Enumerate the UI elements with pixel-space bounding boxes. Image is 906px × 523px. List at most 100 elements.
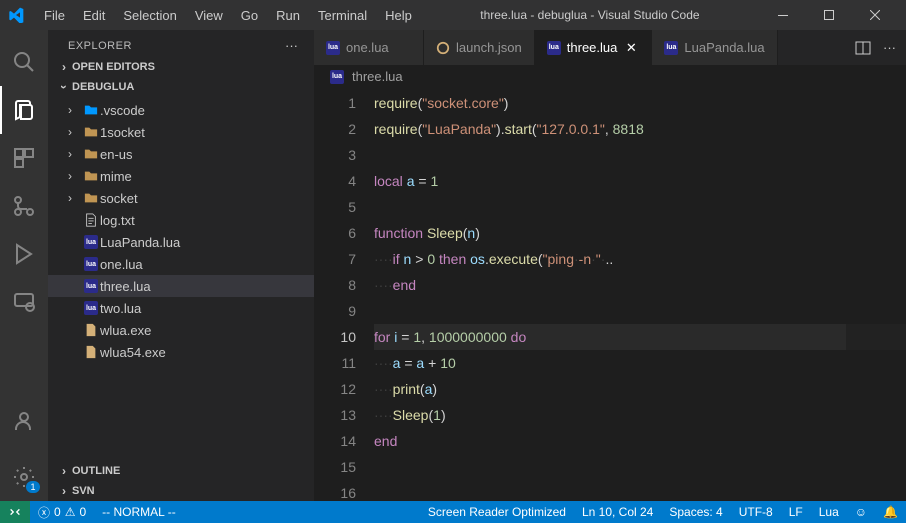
activity-settings-icon[interactable]: 1 [0,453,48,501]
tree-label: log.txt [100,213,135,228]
panel-outline[interactable]: › OUTLINE [48,461,314,481]
activity-remote-icon[interactable] [0,278,48,326]
tree-file[interactable]: wlua54.exe [48,341,314,363]
chevron-right-icon: › [56,484,72,498]
panel-svn[interactable]: › SVN [48,481,314,501]
chevron-down-icon: › [57,79,71,95]
tree-label: two.lua [100,301,141,316]
menu-file[interactable]: File [36,4,73,27]
activity-account-icon[interactable] [0,397,48,445]
status-bell-icon[interactable]: 🔔 [875,505,906,519]
status-right: Screen Reader Optimized Ln 10, Col 24 Sp… [420,505,906,519]
status-spaces[interactable]: Spaces: 4 [661,505,730,519]
panel-open-editors[interactable]: › OPEN EDITORS [48,57,314,77]
menu-terminal[interactable]: Terminal [310,4,375,27]
warning-icon: ⚠ [65,505,76,519]
breadcrumb-label: three.lua [352,69,403,84]
gutter: 12345678910111213141516 [314,88,374,501]
panel-label: OPEN EDITORS [72,61,155,73]
status-eol[interactable]: LF [781,505,811,519]
chevron-right-icon: › [56,464,72,478]
tab-label: one.lua [346,40,389,55]
tree-folder[interactable]: ›en-us [48,143,314,165]
breadcrumb[interactable]: lua three.lua [314,65,906,88]
editor-tab[interactable]: lua one.lua [314,30,424,65]
menu-edit[interactable]: Edit [75,4,113,27]
status-screen-reader[interactable]: Screen Reader Optimized [420,505,574,519]
tree-file[interactable]: luathree.lua [48,275,314,297]
tree-folder[interactable]: ›mime [48,165,314,187]
tab-file-icon: lua [547,41,561,55]
tree-file[interactable]: wlua.exe [48,319,314,341]
tree-file[interactable]: log.txt [48,209,314,231]
tree-file[interactable]: luatwo.lua [48,297,314,319]
editor-tab[interactable]: luaLuaPanda.lua [652,30,777,65]
code-content[interactable]: require("socket.core")require("LuaPanda"… [374,88,906,501]
tab-actions: ··· [845,30,906,65]
window-title: three.lua - debuglua - Visual Studio Cod… [420,8,760,22]
sidebar: EXPLORER ··· › OPEN EDITORS › DEBUGLUA ›… [48,30,314,501]
tab-close-icon[interactable]: ✕ [623,40,639,56]
chevron-right-icon: › [56,60,72,74]
status-position[interactable]: Ln 10, Col 24 [574,505,661,519]
activity-extensions-icon[interactable] [0,134,48,182]
editor-more-icon[interactable]: ··· [883,40,896,55]
file-tree: ›.vscode›1socket›en-us›mime›socket log.tx… [48,97,314,365]
editor-tab[interactable]: lua three.lua ✕ [535,30,653,65]
tree-label: one.lua [100,257,143,272]
sidebar-title: EXPLORER [68,40,285,52]
tree-file[interactable]: luaone.lua [48,253,314,275]
activity-explorer-icon[interactable] [0,86,48,134]
sidebar-header: EXPLORER ··· [48,30,314,57]
status-encoding[interactable]: UTF-8 [731,505,781,519]
tree-folder[interactable]: ›1socket [48,121,314,143]
tree-label: wlua54.exe [100,345,166,360]
status-problems[interactable]: ⓧ0 ⚠0 [30,501,94,523]
code-area[interactable]: 12345678910111213141516 require("socket.… [314,88,906,501]
maximize-button[interactable] [806,0,852,30]
activity-search-icon[interactable] [0,38,48,86]
tab-bar: lua one.lua launch.json lua three.lua ✕ luaLua… [314,30,906,65]
title-bar: File Edit Selection View Go Run Terminal… [0,0,906,30]
status-feedback-icon[interactable]: ☺ [847,505,875,519]
tree-folder[interactable]: ›socket [48,187,314,209]
activity-bar: 1 [0,30,48,501]
status-left: ⓧ0 ⚠0 -- NORMAL -- [0,501,184,523]
status-language[interactable]: Lua [811,505,847,519]
sidebar-more-icon[interactable]: ··· [285,38,298,53]
close-button[interactable] [852,0,898,30]
menu-view[interactable]: View [187,4,231,27]
minimap[interactable] [846,88,906,501]
status-bar: ⓧ0 ⚠0 -- NORMAL -- Screen Reader Optimiz… [0,501,906,523]
menu-run[interactable]: Run [268,4,308,27]
error-icon: ⓧ [38,504,50,521]
menu-bar: File Edit Selection View Go Run Terminal… [36,4,420,27]
tab-file-icon: lua [326,41,340,55]
editor-tab[interactable]: launch.json [424,30,535,65]
tree-file[interactable]: luaLuaPanda.lua [48,231,314,253]
menu-help[interactable]: Help [377,4,420,27]
panel-label: OUTLINE [72,465,120,477]
tree-label: LuaPanda.lua [100,235,180,250]
settings-badge: 1 [26,481,40,493]
tab-file-icon: lua [664,41,678,55]
editor-area: lua one.lua launch.json lua three.lua ✕ luaLua… [314,30,906,501]
split-editor-icon[interactable] [855,40,871,56]
menu-selection[interactable]: Selection [115,4,184,27]
activity-scm-icon[interactable] [0,182,48,230]
tree-label: wlua.exe [100,323,151,338]
menu-go[interactable]: Go [233,4,266,27]
tab-label: three.lua [567,40,618,55]
main-area: 1 EXPLORER ··· › OPEN EDITORS › DEBUGLUA… [0,30,906,501]
status-remote-icon[interactable] [0,501,30,523]
panel-project[interactable]: › DEBUGLUA [48,77,314,97]
lua-file-icon: lua [328,70,346,84]
tree-label: socket [100,191,138,206]
panel-label: SVN [72,485,95,497]
tab-label: launch.json [456,40,522,55]
window-controls [760,0,898,30]
tree-folder[interactable]: ›.vscode [48,99,314,121]
tree-label: three.lua [100,279,151,294]
activity-debug-icon[interactable] [0,230,48,278]
minimize-button[interactable] [760,0,806,30]
